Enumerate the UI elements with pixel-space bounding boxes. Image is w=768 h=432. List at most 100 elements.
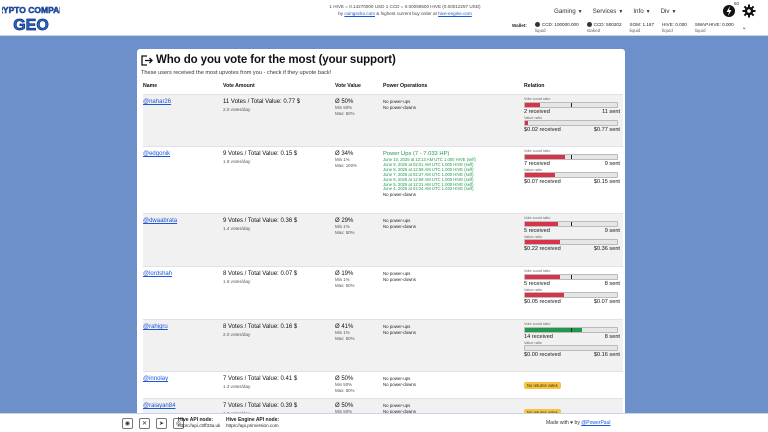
nav-services[interactable]: Services ▼ xyxy=(593,8,624,15)
power-status: No power-downs xyxy=(383,381,416,387)
social-icons: ◉ ✕ ➤ ◎ xyxy=(122,418,184,429)
vote-amount: 9 Votes / Total Value: 0.15 $1.8 votes/d… xyxy=(223,151,298,164)
wallet-som: SOM: 1.167 liquid xyxy=(629,22,655,33)
twitter-icon[interactable]: ✕ xyxy=(139,418,150,429)
power-status: No power-downs xyxy=(383,329,416,335)
price-source-line: by coingecko.com & highest current buy o… xyxy=(338,11,472,16)
table-row: @edgonik 9 Votes / Total Value: 0.15 $1.8… xyxy=(143,146,623,213)
vote-amount: 9 Votes / Total Value: 0.36 $1.4 votes/d… xyxy=(223,218,298,231)
user-link[interactable]: @rahigru xyxy=(143,324,168,330)
user-link[interactable]: @dwaabrata xyxy=(143,218,177,224)
sent-count: 11 sent xyxy=(602,108,620,115)
vote-amount: 8 Votes / Total Value: 0.16 $2.0 votes/d… xyxy=(223,324,298,337)
coingecko-link[interactable]: coingecko.com xyxy=(344,11,375,16)
value-fill xyxy=(525,293,564,297)
received-value: $0.05 received xyxy=(524,299,561,305)
received-value: $0.22 received xyxy=(524,246,561,252)
table-row: @innolay 7 Votes / Total Value: 0.41 $1.3… xyxy=(143,371,623,398)
power-operations: No power-ups No power-downs xyxy=(383,99,416,110)
vote-amount: 8 Votes / Total Value: 0.07 $1.6 votes/d… xyxy=(223,271,298,284)
received-count: 5 received xyxy=(524,280,550,287)
nav-gaming[interactable]: Gaming ▼ xyxy=(554,8,583,15)
main-nav: Gaming ▼ Services ▼ Info ▼ Div ▼ xyxy=(554,8,676,15)
user-link[interactable]: @nahar26 xyxy=(143,99,171,105)
value-ratio-bar xyxy=(524,239,618,245)
power-operations: No power-ups No power-downs xyxy=(383,218,416,229)
crypto-company-logo[interactable]: CRYPTO COMPANY GEO xyxy=(2,2,60,34)
wallet-label: Wallet: xyxy=(512,23,527,28)
sent-value: $0.16 sent xyxy=(593,352,620,358)
vote-count-fill xyxy=(525,221,559,226)
col-value: Vote Value xyxy=(335,83,361,89)
chevron-down-icon[interactable]: ⌄ xyxy=(742,22,747,31)
vote-value: Ø 19% Min 1% Max: 50% xyxy=(335,271,355,288)
col-name: Name xyxy=(143,83,158,89)
vote-count-fill xyxy=(525,154,566,159)
gear-icon[interactable] xyxy=(742,4,756,18)
sent-count: 8 sent xyxy=(604,280,620,287)
power-operations: No power-ups No power-downs xyxy=(383,324,416,335)
vote-amount: 11 Votes / Total Value: 0.77 $2.0 votes/… xyxy=(223,99,301,112)
relation: Vote count ratio 14 received 8 sent Value r… xyxy=(524,322,620,358)
sent-count: 8 sent xyxy=(604,333,620,340)
wallet-swap-hive: SWAP.HIVE: 0.000 liquid xyxy=(694,22,734,33)
author-link[interactable]: @PowerPaul xyxy=(581,420,610,426)
col-amount: Vote Amount xyxy=(223,83,255,89)
no-return-badge: No returns votes xyxy=(524,382,561,389)
user-link[interactable]: @edgonik xyxy=(143,151,170,157)
relation: Vote count ratio 5 received 9 sent Value ra… xyxy=(524,216,620,252)
nav-div[interactable]: Div ▼ xyxy=(661,8,677,15)
power-operations: No power-ups No power-downs xyxy=(383,376,416,387)
received-count: 7 received xyxy=(524,160,550,167)
value-fill xyxy=(525,121,528,125)
vote-value: Ø 29% Min 1% Max: 50% xyxy=(335,218,355,235)
sent-value: $0.77 sent xyxy=(593,127,620,133)
power-status: No power-downs xyxy=(383,223,416,229)
table-row: @lordshah 8 Votes / Total Value: 0.07 $1.… xyxy=(143,266,623,319)
wallet-summary: Wallet: CCD: 100000.000 liquid CCD: 5002… xyxy=(512,22,752,34)
footer: ◉ ✕ ➤ ◎ Hive API node: https://api.c0ff3… xyxy=(0,413,768,432)
relation: Vote count ratio 7 received 9 sent Value ra… xyxy=(524,149,620,185)
received-count: 14 received xyxy=(524,333,553,340)
discord-icon[interactable]: ◉ xyxy=(122,418,133,429)
table-row: @dwaabrata 9 Votes / Total Value: 0.36 $1… xyxy=(143,213,623,266)
received-value: $0.07 received xyxy=(524,179,561,185)
engine-api-node: Hive Engine API node: https://api.primer… xyxy=(226,417,280,428)
sent-value: $0.07 sent xyxy=(593,299,620,305)
telegram-icon[interactable]: ➤ xyxy=(156,418,167,429)
user-link[interactable]: @raiayan84 xyxy=(143,403,175,409)
ratio-midpoint xyxy=(571,221,572,226)
power-icon[interactable] xyxy=(722,4,736,18)
received-value: $0.00 received xyxy=(524,352,561,358)
made-with: Made with ♥ by @PowerPaul xyxy=(546,420,611,426)
chevron-down-icon: ▼ xyxy=(577,8,583,15)
page-title: Who do you vote for the most (your suppo… xyxy=(141,54,396,66)
vote-count-ratio-bar xyxy=(524,220,618,227)
vote-count-ratio-bar xyxy=(524,326,618,333)
col-power: Power Operations xyxy=(383,83,428,89)
table-row: @rahigru 8 Votes / Total Value: 0.16 $2.0… xyxy=(143,319,623,371)
value-fill xyxy=(525,173,556,177)
nav-info[interactable]: Info ▼ xyxy=(633,8,650,15)
vote-count-ratio-bar xyxy=(524,273,618,280)
price-info: 1 HIVE = 0.14270000 USD 1 CCD = 0.000595… xyxy=(300,3,510,17)
ratio-midpoint xyxy=(571,154,572,159)
table-row: @nahar26 11 Votes / Total Value: 0.77 $2.… xyxy=(143,94,623,146)
relation: Vote count ratio 5 received 8 sent Value ra… xyxy=(524,269,620,305)
chevron-down-icon: ▼ xyxy=(671,8,677,15)
vote-value: Ø 34% Min 1% Max: 100% xyxy=(335,151,357,168)
vote-value: Ø 50%Min 50%Max: 50% xyxy=(335,376,355,393)
user-link[interactable]: @lordshah xyxy=(143,271,172,277)
value-ratio-bar xyxy=(524,345,618,351)
vote-count-fill xyxy=(525,102,540,107)
vote-value: Ø 50%Min 50%Max: 50% xyxy=(335,99,355,116)
support-card: Who do you vote for the most (your suppo… xyxy=(137,49,625,432)
value-fill xyxy=(525,240,560,244)
top-icons xyxy=(722,4,756,18)
sent-value: $0.36 sent xyxy=(593,246,620,252)
sent-count: 9 sent xyxy=(604,160,620,167)
col-relation: Relation xyxy=(524,83,545,89)
hive-engine-link[interactable]: hive-engine.com xyxy=(438,11,472,16)
wallet-hive: HIVE: 0.000 liquid xyxy=(662,22,687,33)
user-link[interactable]: @innolay xyxy=(143,376,168,382)
